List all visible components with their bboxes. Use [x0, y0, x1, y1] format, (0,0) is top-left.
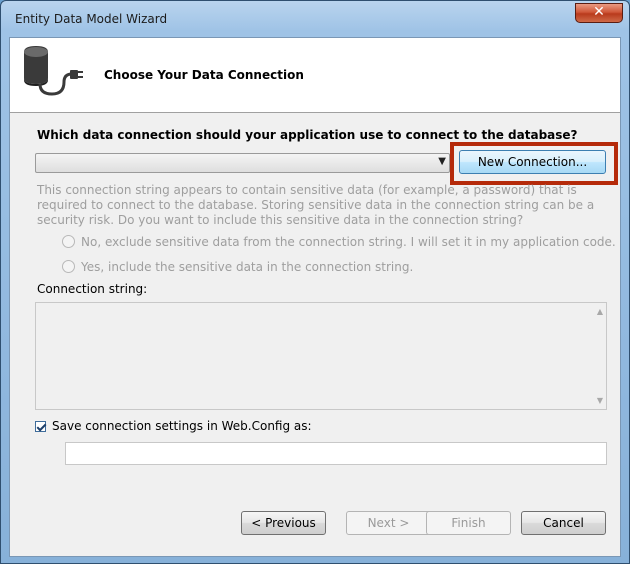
scroll-down-icon[interactable]: ▼ — [597, 396, 603, 405]
dialog-client-area: Choose Your Data Connection Which data c… — [9, 37, 621, 557]
window-title: Entity Data Model Wizard — [15, 12, 168, 26]
include-sensitive-radio[interactable] — [62, 260, 75, 273]
wizard-header: Choose Your Data Connection — [10, 38, 620, 113]
chevron-down-icon: ▼ — [438, 156, 446, 167]
close-icon: ✕ — [593, 4, 605, 20]
page-title: Choose Your Data Connection — [104, 68, 304, 82]
title-bar[interactable]: Entity Data Model Wizard ✕ — [1, 1, 629, 37]
new-connection-button[interactable]: New Connection... — [459, 150, 606, 174]
sensitive-data-notice: This connection string appears to contai… — [37, 183, 595, 227]
connection-question-label: Which data connection should your applic… — [37, 128, 578, 142]
save-config-row[interactable]: Save connection settings in Web.Config a… — [35, 419, 312, 433]
save-config-label: Save connection settings in Web.Config a… — [52, 419, 312, 433]
finish-button[interactable]: Finish — [426, 511, 511, 535]
previous-button[interactable]: < Previous — [241, 511, 326, 535]
include-sensitive-label: Yes, include the sensitive data in the c… — [81, 260, 414, 274]
cancel-button[interactable]: Cancel — [521, 511, 606, 535]
exclude-sensitive-radio-row[interactable]: No, exclude sensitive data from the conn… — [62, 235, 616, 249]
include-sensitive-radio-row[interactable]: Yes, include the sensitive data in the c… — [62, 260, 413, 274]
connection-string-label: Connection string: — [37, 282, 148, 296]
save-config-checkbox[interactable] — [35, 421, 46, 432]
close-button[interactable]: ✕ — [575, 3, 623, 23]
connection-string-textbox[interactable]: ▲ ▼ — [35, 302, 607, 410]
data-connection-dropdown[interactable]: ▼ — [35, 153, 450, 173]
wizard-window: Entity Data Model Wizard ✕ Choose Your D… — [0, 0, 630, 564]
webconfig-name-input[interactable] — [65, 442, 607, 465]
exclude-sensitive-label: No, exclude sensitive data from the conn… — [81, 235, 616, 249]
database-connection-icon — [24, 46, 83, 96]
exclude-sensitive-radio[interactable] — [62, 235, 75, 248]
scroll-up-icon[interactable]: ▲ — [597, 307, 603, 316]
next-button[interactable]: Next > — [346, 511, 431, 535]
